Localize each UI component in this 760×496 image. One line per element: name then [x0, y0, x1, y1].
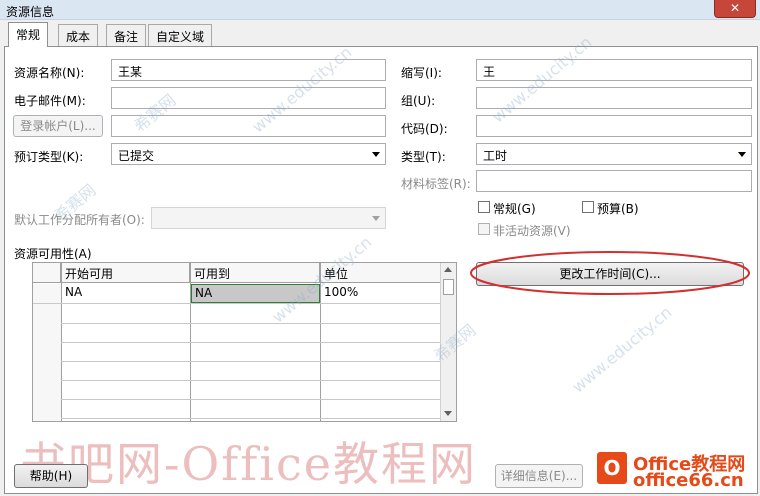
- grid-divider: [33, 361, 441, 362]
- logo-domain: office66.cn: [633, 470, 744, 491]
- column-header-start: 开始可用: [61, 263, 190, 283]
- chevron-down-icon: [738, 152, 746, 157]
- initials-input[interactable]: 王: [476, 59, 752, 81]
- row-header[interactable]: [33, 284, 61, 303]
- title-bar: 资源信息 ✕: [0, 0, 760, 20]
- row-header-column: [33, 304, 61, 421]
- budget-checkbox[interactable]: [582, 201, 594, 213]
- tab-cost[interactable]: 成本: [58, 24, 99, 46]
- scroll-down-icon[interactable]: [444, 411, 452, 416]
- grid-divider: [33, 342, 441, 343]
- type-value: 工时: [483, 149, 508, 163]
- generic-checkbox[interactable]: [478, 201, 490, 213]
- grid-divider: [33, 323, 441, 324]
- material-label-input[interactable]: [476, 170, 752, 192]
- booking-type-value: 已提交: [118, 149, 155, 163]
- scroll-thumb[interactable]: [443, 279, 454, 295]
- code-label: 代码(D):: [401, 122, 448, 136]
- close-icon: ✕: [729, 1, 741, 15]
- scroll-up-icon[interactable]: [444, 267, 452, 272]
- default-owner-label: 默认工作分配所有者(O):: [14, 213, 145, 227]
- table-cell[interactable]: NA: [62, 284, 190, 303]
- tab-label: 常规: [16, 28, 41, 42]
- office-logo-icon: O: [597, 452, 627, 484]
- close-button[interactable]: ✕: [714, 0, 756, 18]
- row-header-corner: [33, 263, 61, 283]
- help-button[interactable]: 帮助(H): [14, 464, 88, 488]
- email-label: 电子邮件(M):: [14, 94, 86, 108]
- details-button[interactable]: 详细信息(E)...: [495, 464, 583, 488]
- code-input[interactable]: [476, 115, 752, 137]
- inactive-resource-label: 非活动资源(V): [493, 224, 571, 238]
- window-title: 资源信息: [6, 5, 55, 19]
- chevron-down-icon: [372, 216, 380, 221]
- grid-divider: [33, 303, 441, 304]
- inactive-resource-checkbox[interactable]: [478, 223, 490, 235]
- default-owner-select[interactable]: [151, 207, 386, 229]
- column-header-end: 可用到: [190, 263, 320, 283]
- table-cell[interactable]: 100%: [321, 284, 440, 303]
- initials-label: 缩写(I):: [401, 66, 442, 80]
- tab-label: 成本: [66, 30, 91, 44]
- grid-divider: [33, 380, 441, 381]
- chevron-down-icon: [372, 152, 380, 157]
- grid-divider: [33, 399, 441, 400]
- booking-type-label: 预订类型(K):: [14, 150, 84, 164]
- resource-name-label: 资源名称(N):: [14, 66, 85, 80]
- tab-label: 备注: [114, 30, 139, 44]
- availability-grid[interactable]: 开始可用 可用到 单位 NA NA 100%: [32, 262, 457, 422]
- generic-checkbox-label: 常规(G): [493, 202, 536, 216]
- type-select[interactable]: 工时: [476, 143, 752, 165]
- grid-divider: [33, 418, 441, 419]
- watermark-banner: 书吧网-Office教程网: [20, 437, 478, 491]
- booking-type-select[interactable]: 已提交: [111, 143, 386, 165]
- highlight-ellipse: [470, 251, 750, 295]
- type-label: 类型(T):: [401, 150, 446, 164]
- tab-custom-fields[interactable]: 自定义域: [148, 24, 213, 46]
- tab-notes[interactable]: 备注: [106, 24, 147, 46]
- group-label: 组(U):: [401, 94, 436, 108]
- availability-label: 资源可用性(A): [14, 247, 92, 261]
- budget-checkbox-label: 预算(B): [597, 202, 639, 216]
- material-label-label: 材料标签(R):: [401, 177, 471, 191]
- login-account-button[interactable]: 登录帐户(L)...: [13, 115, 103, 137]
- tab-label: 自定义域: [156, 30, 205, 44]
- tab-general[interactable]: 常规: [8, 22, 49, 47]
